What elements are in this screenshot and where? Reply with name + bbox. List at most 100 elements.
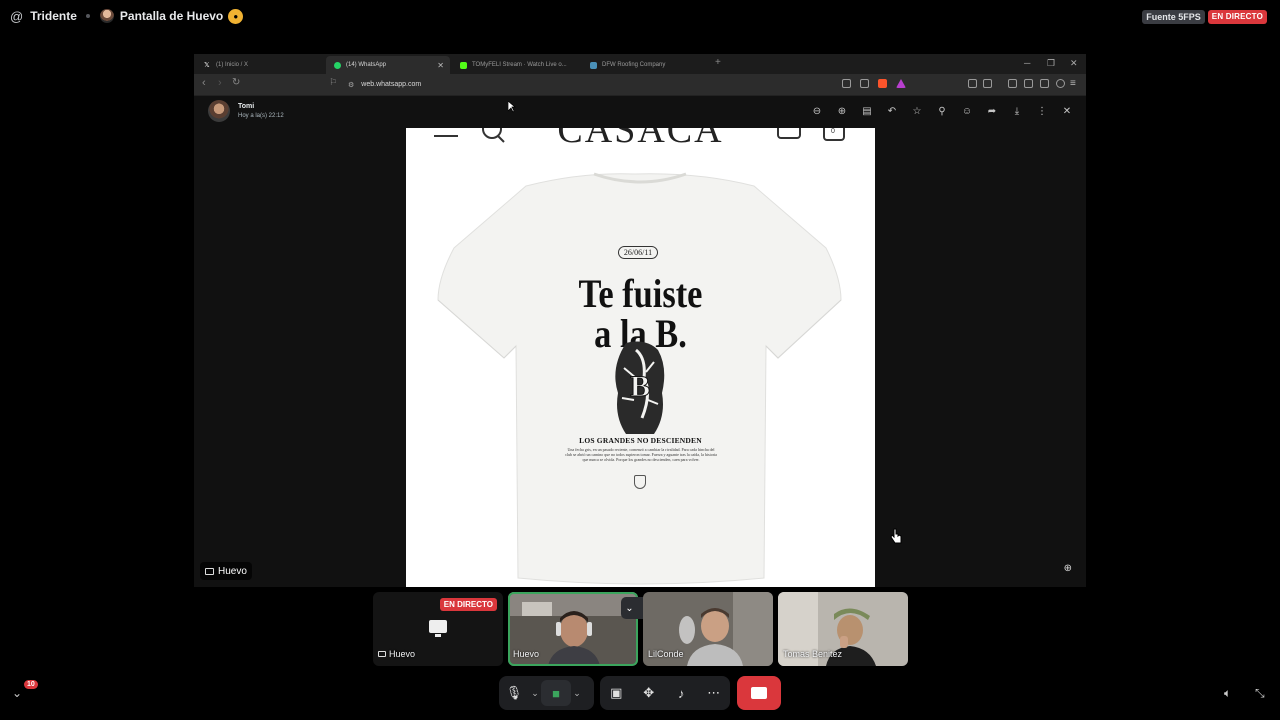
- cast-icon[interactable]: [842, 79, 851, 88]
- tab-whatsapp[interactable]: (14) WhatsApp ✕: [326, 56, 450, 74]
- extension-icon[interactable]: [968, 79, 977, 88]
- separator-dot: [85, 14, 90, 18]
- forward-icon[interactable]: ›: [218, 77, 222, 89]
- print-artwork: B: [615, 341, 665, 434]
- streamer-avatar: [99, 9, 114, 23]
- live-badge: EN DIRECTO: [1207, 10, 1267, 24]
- camera-options-icon[interactable]: ⌄: [571, 688, 583, 699]
- reload-icon[interactable]: ↻: [232, 77, 240, 88]
- crest-icon: [634, 475, 646, 489]
- download-icon[interactable]: ⤓: [1010, 105, 1024, 119]
- hand-cursor-icon: [890, 528, 902, 544]
- participant-name: Huevo: [389, 649, 416, 659]
- svg-text:B: B: [630, 370, 650, 403]
- menu-icon[interactable]: ≡: [1070, 78, 1076, 89]
- zoom-in-icon[interactable]: ⊕: [835, 105, 849, 119]
- exit-fullscreen-icon[interactable]: ⤡: [1255, 686, 1265, 701]
- participant-tile-camera[interactable]: LilConde: [643, 592, 773, 666]
- zoom-out-icon[interactable]: ⊖: [810, 105, 824, 119]
- participant-name: Tomas Benitez: [783, 649, 843, 659]
- screen-icon: [378, 651, 386, 657]
- chevron-down-icon[interactable]: ⌄: [12, 686, 22, 700]
- shirt-photo[interactable]: CASACA 0 26/06/11 Te fuiste a la B. B LO…: [406, 128, 875, 587]
- tab-kick[interactable]: TOMyFELI Stream · Watch Live o...: [452, 56, 576, 74]
- close-icon[interactable]: ✕: [1060, 105, 1074, 119]
- camera-icon[interactable]: ■: [541, 680, 571, 706]
- rewards-icon[interactable]: [896, 79, 906, 88]
- activity-controls: ▣ ✥ ♪ ⋯: [600, 676, 730, 710]
- participant-tile-screen[interactable]: EN DIRECTO Huevo: [373, 592, 503, 666]
- restore-icon[interactable]: ❐: [1047, 58, 1055, 69]
- whatsapp-icon: [334, 61, 341, 69]
- chevron-down-icon[interactable]: ⌄: [625, 603, 633, 614]
- extension-2-icon[interactable]: [983, 79, 992, 88]
- tab-label: (14) WhatsApp: [346, 62, 387, 68]
- wallet-icon[interactable]: [1024, 79, 1033, 88]
- viewer-toolbar: ⊖ ⊕ ▤ ↶ ☆ ⚲ ☺ ➦ ⤓ ⋮ ✕: [810, 105, 1074, 119]
- sender-avatar: [208, 100, 230, 122]
- site-info-icon[interactable]: ⚙: [348, 81, 354, 89]
- arrow-cursor-icon: [508, 101, 516, 113]
- print-date: 26/06/11: [618, 246, 658, 259]
- tab-x[interactable]: 𝕏 (1) Inicio / X: [196, 56, 324, 74]
- microphone-icon[interactable]: 🎙︎: [499, 676, 529, 710]
- participant-label: Tomas Benitez: [783, 649, 842, 659]
- bookmark-icon[interactable]: ⚐: [329, 77, 337, 88]
- shared-screen[interactable]: 𝕏 (1) Inicio / X (14) WhatsApp ✕ TOMyFEL…: [194, 54, 1086, 587]
- participant-label: Huevo: [513, 649, 539, 659]
- share-icon[interactable]: [860, 79, 869, 88]
- pin-icon[interactable]: ⚲: [935, 105, 949, 119]
- tab-dfw[interactable]: DFW Roofing Company: [582, 56, 706, 74]
- soundboard-icon[interactable]: ♪: [665, 676, 697, 710]
- cart-count: 0: [831, 128, 835, 135]
- tile-live-badge: EN DIRECTO: [439, 598, 497, 611]
- forward-icon[interactable]: ➦: [985, 105, 999, 119]
- participant-tile-camera[interactable]: Huevo: [508, 592, 638, 666]
- disconnect-button[interactable]: [737, 676, 781, 710]
- sent-time: Hoy a la(s) 22:12: [238, 113, 284, 119]
- screen-share-icon[interactable]: ▣: [600, 676, 632, 710]
- star-icon[interactable]: ☆: [910, 105, 924, 119]
- vpn-icon[interactable]: [1056, 79, 1065, 88]
- reply-icon[interactable]: ↶: [885, 105, 899, 119]
- at-icon: @: [10, 8, 24, 24]
- leave-call-icon: [751, 687, 767, 699]
- sidebar-icon[interactable]: [1008, 79, 1017, 88]
- volume-icon[interactable]: 🔈︎: [1224, 686, 1231, 701]
- brave-shield-icon[interactable]: [878, 79, 887, 88]
- notification-badge: 10: [24, 680, 38, 689]
- site-icon: [590, 61, 597, 69]
- participant-label: Huevo: [378, 649, 415, 659]
- url-text: web.whatsapp.com: [361, 81, 422, 88]
- streamer-name-tag: Huevo: [200, 562, 252, 580]
- discord-badge-icon: ●: [228, 8, 244, 24]
- x-icon: 𝕏: [204, 61, 210, 69]
- fps-badge: Fuente 5FPS: [1142, 10, 1205, 24]
- mic-options-icon[interactable]: ⌄: [529, 688, 541, 699]
- screen-share-icon: [205, 567, 214, 575]
- activities-icon[interactable]: ✥: [633, 676, 665, 710]
- window-close-icon[interactable]: ✕: [1070, 58, 1078, 69]
- print-small-text: Una fecha gris, en un pasado reciente, c…: [565, 447, 717, 462]
- leo-icon[interactable]: [1040, 79, 1049, 88]
- react-icon[interactable]: ☺: [960, 105, 974, 119]
- back-icon[interactable]: ‹: [202, 77, 206, 89]
- participant-tile-camera[interactable]: Tomas Benitez: [778, 592, 908, 666]
- participant-name: Huevo: [513, 649, 540, 659]
- sender-info[interactable]: Tomi Hoy a la(s) 22:12: [208, 100, 284, 122]
- tab-close-icon[interactable]: ✕: [437, 61, 444, 70]
- caption-icon[interactable]: ▤: [860, 105, 874, 119]
- server-name[interactable]: Tridente: [30, 9, 77, 23]
- print-slogan: LOS GRANDES NO DESCIENDEN: [579, 436, 702, 445]
- participant-name: LilConde: [648, 649, 684, 659]
- screen-share-icon: [429, 620, 447, 637]
- new-tab-icon[interactable]: +: [715, 57, 721, 68]
- magnify-icon[interactable]: ⊕: [1064, 563, 1072, 574]
- minimize-icon[interactable]: ─: [1024, 58, 1030, 68]
- streamer-name: Huevo: [218, 565, 247, 577]
- more-options-icon[interactable]: ⋯: [698, 676, 730, 710]
- url-field[interactable]: ⚙ web.whatsapp.com: [346, 76, 916, 93]
- kick-icon: [460, 61, 467, 69]
- more-icon[interactable]: ⋮: [1035, 105, 1049, 119]
- store-logo: CASACA: [557, 128, 724, 151]
